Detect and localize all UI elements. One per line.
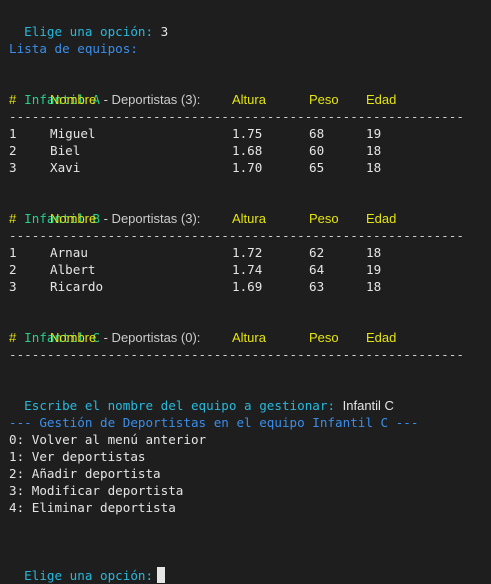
team-heading-a: Infantil A - Deportistas (3): xyxy=(9,74,200,107)
table-row: 3 Xavi 1.70 65 18 xyxy=(9,159,469,176)
option-prompt-line-2[interactable]: Elige una opción: xyxy=(9,550,166,583)
col-edad-header: Edad xyxy=(366,330,397,345)
col-altura-header: Altura xyxy=(232,211,266,226)
cell-edad: 19 xyxy=(366,126,382,141)
table-row: 1 Miguel 1.75 68 19 xyxy=(9,125,469,142)
col-name-header: Nombre xyxy=(50,92,97,107)
cell-altura: 1.74 xyxy=(232,262,263,277)
table-separator: ----------------------------------------… xyxy=(9,228,464,243)
cell-name: Miguel xyxy=(50,126,96,141)
col-name-header: Nombre xyxy=(50,330,97,345)
menu-option-3: 3: Modificar deportista xyxy=(9,483,184,498)
table-row: 2 Albert 1.74 64 19 xyxy=(9,261,469,278)
cell-name: Biel xyxy=(50,143,81,158)
col-peso-header: Peso xyxy=(309,211,339,226)
cell-peso: 63 xyxy=(309,279,325,294)
cell-altura: 1.72 xyxy=(232,245,263,260)
menu-option-1: 1: Ver deportistas xyxy=(9,449,146,464)
col-num-header: # xyxy=(9,330,17,345)
col-peso-header: Peso xyxy=(309,92,339,107)
team-list-title: Lista de equipos: xyxy=(9,41,138,56)
cell-peso: 65 xyxy=(309,160,325,175)
col-num-header: # xyxy=(9,92,17,107)
cell-edad: 18 xyxy=(366,245,382,260)
table-row: 3 Ricardo 1.69 63 18 xyxy=(9,278,469,295)
table-row: 2 Biel 1.68 60 18 xyxy=(9,142,469,159)
cell-altura: 1.70 xyxy=(232,160,263,175)
table-separator: ----------------------------------------… xyxy=(9,109,464,124)
cell-edad: 18 xyxy=(366,160,382,175)
cell-name: Ricardo xyxy=(50,279,104,294)
cell-peso: 64 xyxy=(309,262,325,277)
col-edad-header: Edad xyxy=(366,92,397,107)
cell-num: 3 xyxy=(9,279,17,294)
table-header-b: # Nombre Altura Peso Edad xyxy=(9,210,469,227)
col-num-header: # xyxy=(9,211,17,226)
option-prompt-label: Elige una opción: xyxy=(24,24,154,39)
submenu-title: --- Gestión de Deportistas en el equipo … xyxy=(9,415,419,430)
col-altura-header: Altura xyxy=(232,92,266,107)
manage-team-prompt-value: Infantil C xyxy=(342,398,394,413)
col-peso-header: Peso xyxy=(309,330,339,345)
cell-num: 1 xyxy=(9,245,17,260)
table-row: 1 Arnau 1.72 62 18 xyxy=(9,244,469,261)
cell-name: Xavi xyxy=(50,160,81,175)
table-separator: ----------------------------------------… xyxy=(9,347,464,362)
option-prompt-line: Elige una opción: 3 xyxy=(9,6,168,39)
menu-option-2: 2: Añadir deportista xyxy=(9,466,161,481)
cell-altura: 1.68 xyxy=(232,143,263,158)
manage-team-prompt-line: Escribe el nombre del equipo a gestionar… xyxy=(9,380,394,413)
manage-team-prompt-label: Escribe el nombre del equipo a gestionar… xyxy=(24,398,336,413)
cell-altura: 1.69 xyxy=(232,279,263,294)
col-name-header: Nombre xyxy=(50,211,97,226)
cell-name: Arnau xyxy=(50,245,88,260)
table-header-c: # Nombre Altura Peso Edad xyxy=(9,329,469,346)
cell-num: 2 xyxy=(9,262,17,277)
cell-peso: 62 xyxy=(309,245,325,260)
cell-edad: 18 xyxy=(366,143,382,158)
cell-name: Albert xyxy=(50,262,96,277)
team-heading-b: Infantil B - Deportistas (3): xyxy=(9,193,200,226)
menu-option-4: 4: Eliminar deportista xyxy=(9,500,176,515)
cell-peso: 60 xyxy=(309,143,325,158)
table-header-a: # Nombre Altura Peso Edad xyxy=(9,91,469,108)
cell-edad: 19 xyxy=(366,262,382,277)
text-cursor[interactable] xyxy=(157,567,166,583)
cell-num: 2 xyxy=(9,143,17,158)
cell-edad: 18 xyxy=(366,279,382,294)
cell-num: 1 xyxy=(9,126,17,141)
cell-altura: 1.75 xyxy=(232,126,263,141)
team-heading-c: Infantil C - Deportistas (0): xyxy=(9,312,200,345)
col-altura-header: Altura xyxy=(232,330,266,345)
menu-option-0: 0: Volver al menú anterior xyxy=(9,432,207,447)
option-prompt-value: 3 xyxy=(160,24,169,39)
cell-peso: 68 xyxy=(309,126,325,141)
cell-num: 3 xyxy=(9,160,17,175)
col-edad-header: Edad xyxy=(366,211,397,226)
